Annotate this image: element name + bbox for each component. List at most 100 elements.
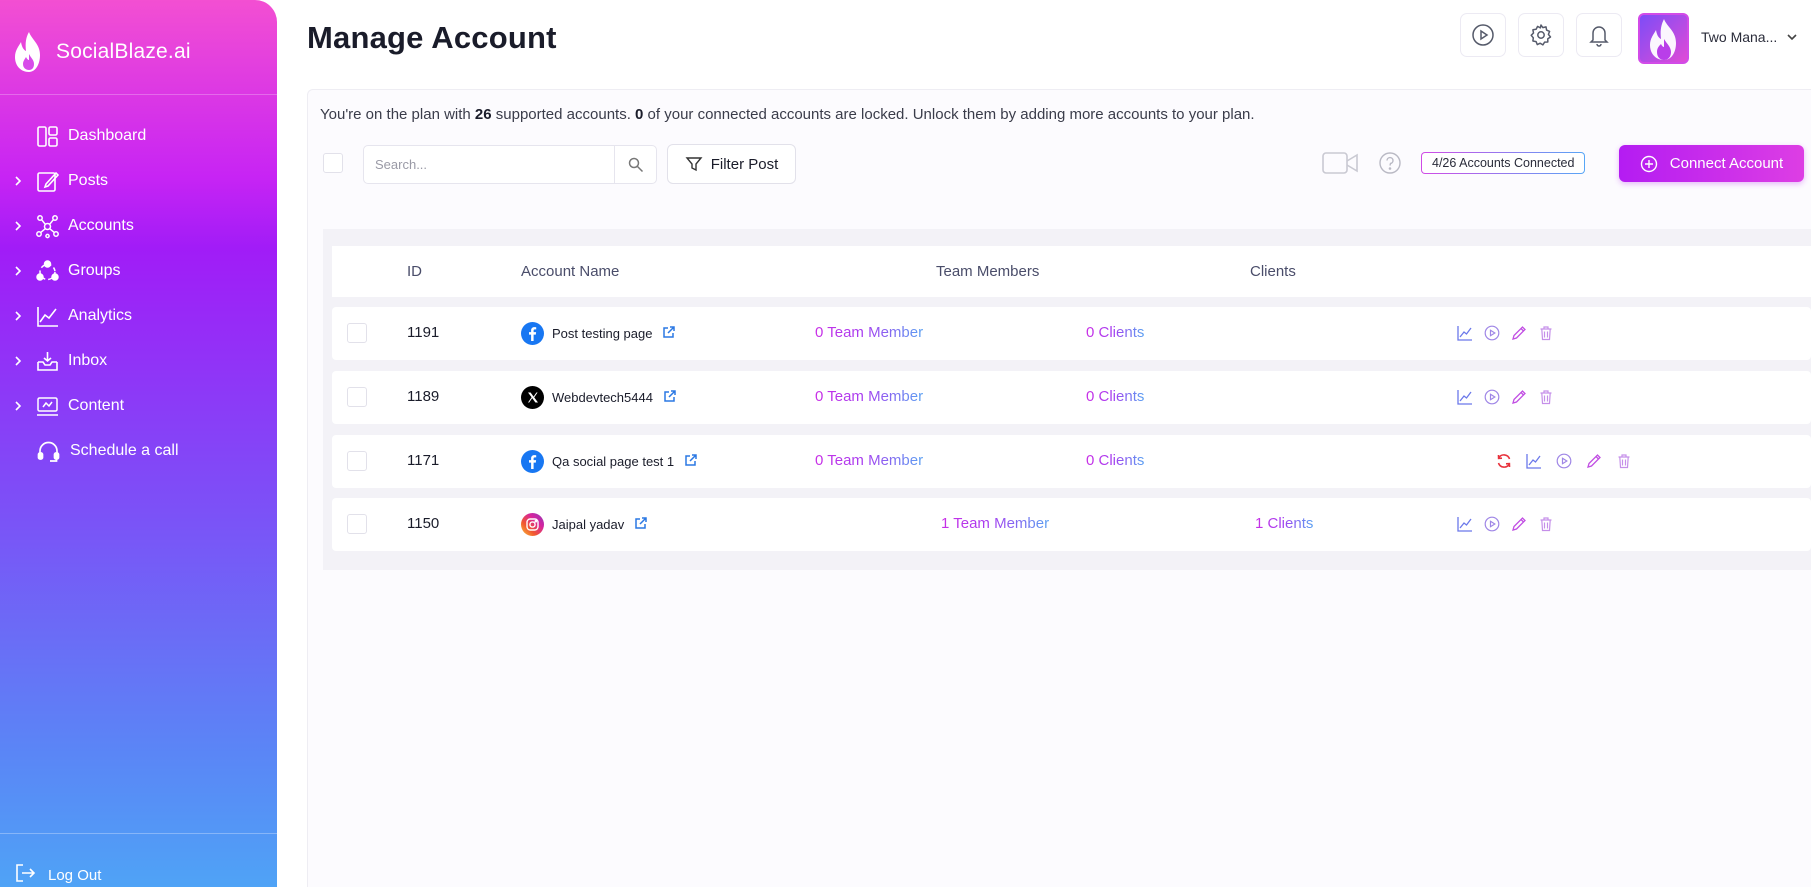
edit-icon[interactable]	[1511, 516, 1527, 532]
team-members-link[interactable]: 0 Team Member	[815, 388, 923, 405]
accounts-connected-badge: 4/26 Accounts Connected	[1421, 152, 1585, 174]
external-link-icon[interactable]	[663, 389, 677, 406]
trash-icon[interactable]	[1538, 325, 1554, 341]
trash-icon[interactable]	[1538, 389, 1554, 405]
clients-link[interactable]: 0 Clients	[1086, 324, 1144, 341]
row-checkbox[interactable]	[347, 323, 367, 343]
search-icon	[628, 157, 644, 172]
sidebar-item-posts[interactable]: Posts	[0, 159, 277, 204]
tutorial-button[interactable]	[1460, 13, 1506, 57]
clients-link[interactable]: 0 Clients	[1086, 452, 1144, 469]
sidebar-item-dashboard[interactable]: Dashboard	[0, 114, 277, 159]
team-members-link[interactable]: 1 Team Member	[941, 515, 1049, 532]
account-id: 1191	[407, 324, 440, 341]
refresh-icon[interactable]	[1496, 453, 1512, 469]
facebook-icon	[521, 450, 544, 473]
play-icon[interactable]	[1484, 516, 1500, 532]
row-checkbox[interactable]	[347, 387, 367, 407]
sidebar-nav: Dashboard Posts Accounts Groups Analytic…	[0, 114, 277, 474]
edit-icon[interactable]	[1511, 389, 1527, 405]
logout-icon	[14, 862, 36, 887]
analytics-icon[interactable]	[1457, 516, 1473, 532]
page-title: Manage Account	[307, 20, 557, 55]
external-link-icon[interactable]	[662, 325, 676, 342]
connect-account-button[interactable]: Connect Account	[1619, 145, 1804, 182]
search-button[interactable]	[614, 146, 657, 183]
chevron-down-icon	[1787, 34, 1797, 41]
plus-circle-icon	[1640, 155, 1657, 172]
brand-name: SocialBlaze.ai	[56, 40, 191, 63]
network-icon	[35, 214, 60, 239]
select-all-checkbox[interactable]	[323, 153, 343, 173]
analytics-icon[interactable]	[1526, 453, 1542, 469]
x-twitter-icon	[521, 386, 544, 409]
team-members-link[interactable]: 0 Team Member	[815, 452, 923, 469]
account-cell: Post testing page	[521, 322, 676, 345]
header-clients: Clients	[1250, 263, 1296, 280]
row-checkbox[interactable]	[347, 514, 367, 534]
row-actions	[1457, 389, 1554, 405]
sidebar-item-label: Accounts	[68, 217, 134, 234]
edit-icon	[35, 169, 60, 194]
dashboard-icon	[35, 124, 60, 149]
play-icon[interactable]	[1556, 453, 1572, 469]
chevron-right-icon	[12, 264, 24, 278]
account-name: Jaipal yadav	[552, 517, 625, 532]
search-input[interactable]	[364, 146, 614, 183]
clients-link[interactable]: 0 Clients	[1086, 388, 1144, 405]
trash-icon[interactable]	[1538, 516, 1554, 532]
analytics-icon[interactable]	[1457, 389, 1473, 405]
notice-text: You're on the plan with	[320, 106, 475, 123]
sidebar-item-label: Analytics	[68, 307, 133, 324]
row-checkbox[interactable]	[347, 451, 367, 471]
chevron-right-icon	[12, 219, 24, 233]
sidebar-item-schedule-call[interactable]: Schedule a call	[0, 429, 277, 474]
team-members-link[interactable]: 0 Team Member	[815, 324, 923, 341]
notice-text: of your connected accounts are locked. U…	[643, 106, 1255, 123]
play-icon[interactable]	[1484, 325, 1500, 341]
notifications-button[interactable]	[1576, 13, 1622, 57]
sidebar-item-label: Inbox	[68, 352, 108, 369]
sidebar-item-analytics[interactable]: Analytics	[0, 294, 277, 339]
gear-icon	[1530, 24, 1552, 46]
analytics-icon[interactable]	[1457, 325, 1473, 341]
sidebar-item-label: Dashboard	[68, 127, 147, 144]
settings-button[interactable]	[1518, 13, 1564, 57]
trash-icon[interactable]	[1616, 453, 1632, 469]
avatar[interactable]	[1638, 13, 1689, 64]
sidebar-item-label: Groups	[68, 262, 121, 279]
filter-post-button[interactable]: Filter Post	[667, 144, 796, 184]
row-actions	[1457, 325, 1554, 341]
edit-icon[interactable]	[1511, 325, 1527, 341]
filter-post-label: Filter Post	[710, 155, 779, 173]
filter-icon	[685, 157, 703, 172]
flame-logo-icon	[15, 32, 40, 72]
chevron-right-icon	[12, 399, 24, 413]
table-row: 1189 Webdevtech5444 0 Team Member 0 Clie…	[332, 371, 1811, 424]
header-account-name: Account Name	[521, 263, 620, 280]
external-link-icon[interactable]	[634, 516, 648, 533]
account-name: Qa social page test 1	[552, 454, 675, 469]
table-row: 1191 Post testing page 0 Team Member 0 C…	[332, 307, 1811, 360]
play-icon[interactable]	[1484, 389, 1500, 405]
notice-text: supported accounts.	[491, 106, 636, 123]
brand-logo[interactable]: SocialBlaze.ai	[10, 28, 191, 76]
facebook-icon	[521, 322, 544, 345]
sidebar-item-label: Schedule a call	[70, 442, 179, 459]
account-id: 1189	[407, 388, 440, 405]
header-team-members: Team Members	[936, 263, 1040, 280]
sidebar-item-content[interactable]: Content	[0, 384, 277, 429]
clients-link[interactable]: 1 Clients	[1255, 515, 1313, 532]
plan-notice: You're on the plan with 26 supported acc…	[320, 106, 1255, 123]
help-icon[interactable]	[1378, 151, 1402, 180]
sidebar-item-inbox[interactable]: Inbox	[0, 339, 277, 384]
logout-button[interactable]: Log Out	[14, 862, 101, 887]
user-menu[interactable]: Two Mana...	[1701, 29, 1799, 45]
sidebar-item-accounts[interactable]: Accounts	[0, 204, 277, 249]
chevron-right-icon	[12, 174, 24, 188]
sidebar-item-groups[interactable]: Groups	[0, 249, 277, 294]
video-camera-icon[interactable]	[1322, 152, 1358, 179]
external-link-icon[interactable]	[684, 453, 698, 470]
edit-icon[interactable]	[1586, 453, 1602, 469]
row-actions	[1457, 516, 1554, 532]
